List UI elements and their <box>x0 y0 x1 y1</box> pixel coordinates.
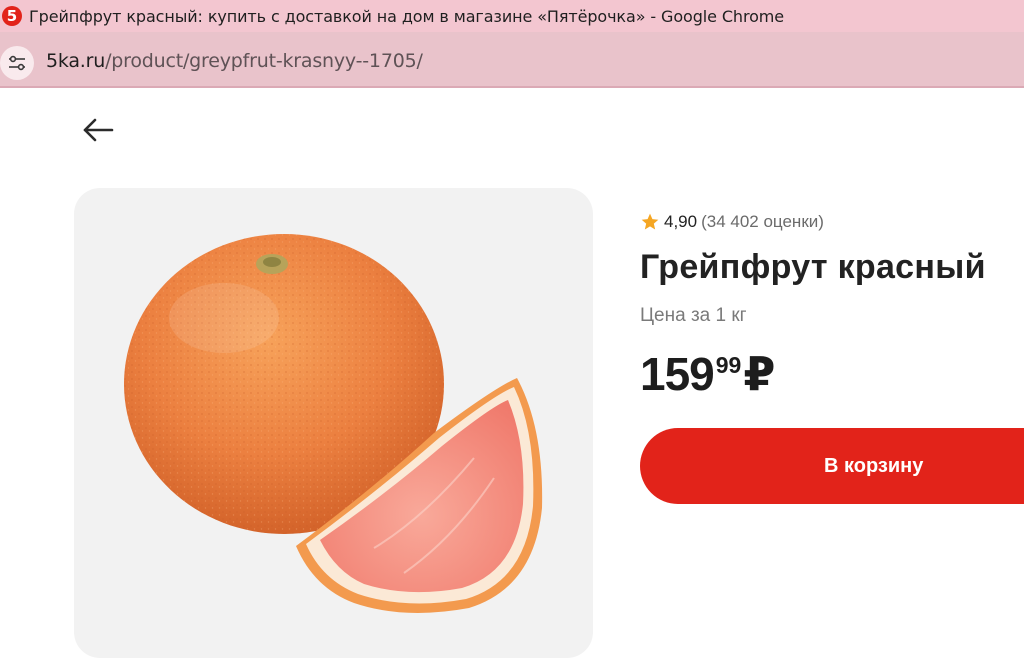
site-favicon-icon: 5 <box>2 6 22 26</box>
url-path: /product/greypfrut-krasnyy--1705/ <box>105 50 423 72</box>
tune-icon <box>9 55 25 71</box>
arrow-left-icon <box>83 118 114 142</box>
price-unit-label: Цена за 1 кг <box>640 305 747 326</box>
back-button[interactable] <box>78 112 118 148</box>
product-title: Грейпфрут красный <box>640 248 986 286</box>
product-rating: 4,90 (34 402 оценки) <box>640 212 824 232</box>
site-info-button[interactable] <box>0 46 34 80</box>
price-kopecks: 99 <box>715 352 742 378</box>
window-title: Грейпфрут красный: купить с доставкой на… <box>29 6 785 26</box>
price-currency: ₽ <box>743 348 776 400</box>
product-price: 159 99 ₽ <box>640 348 775 400</box>
url-host: 5ka.ru <box>46 50 106 72</box>
rating-count[interactable]: (34 402 оценки) <box>701 212 824 232</box>
url-field[interactable]: 5ka.ru/product/greypfrut-krasnyy--1705/ <box>46 50 423 72</box>
star-icon <box>641 213 659 230</box>
browser-title-bar: 5 Грейпфрут красный: купить с доставкой … <box>0 0 1024 32</box>
address-bar: 5ka.ru/product/greypfrut-krasnyy--1705/ <box>0 32 1024 88</box>
rating-value: 4,90 <box>664 212 698 231</box>
product-image <box>124 234 543 613</box>
price-rubles: 159 <box>640 348 715 400</box>
product-image-card <box>74 188 593 658</box>
add-to-cart-button[interactable]: В корзину <box>640 428 1024 504</box>
